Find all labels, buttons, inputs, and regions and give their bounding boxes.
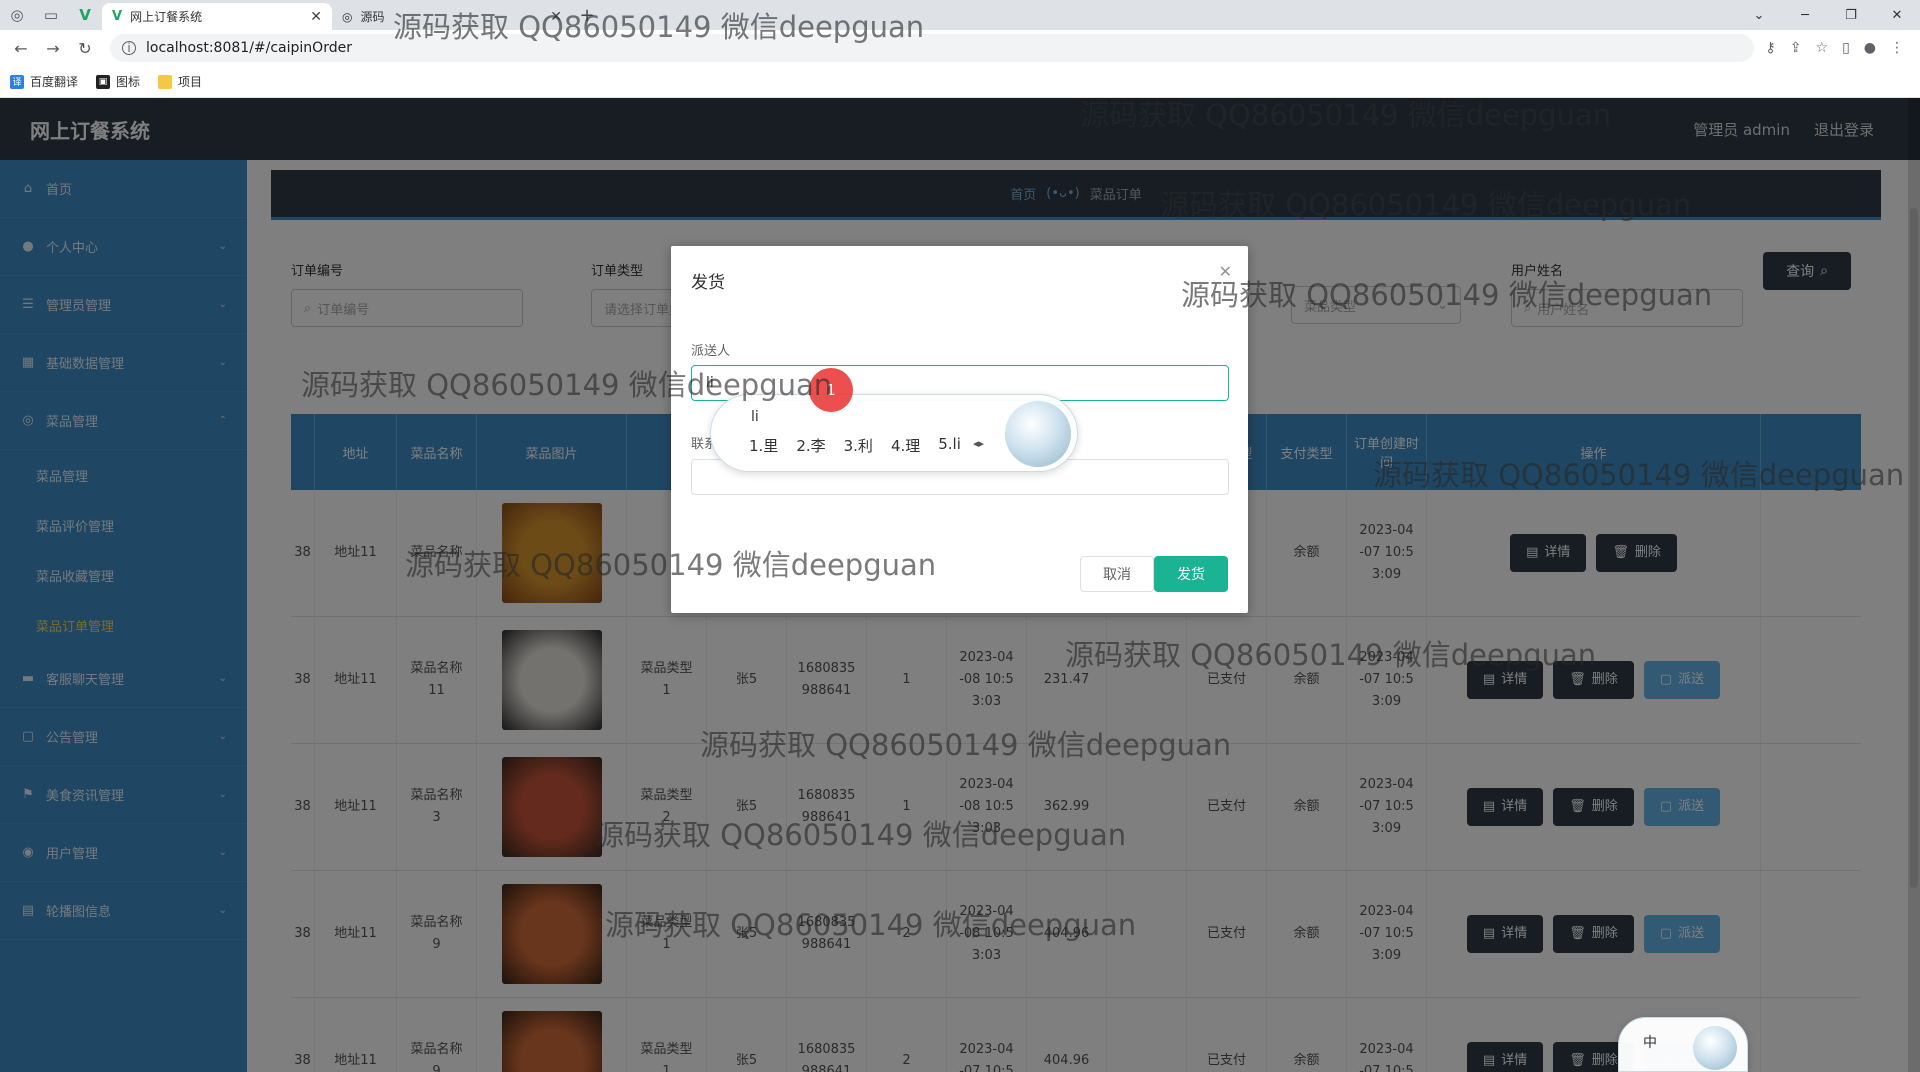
browser-tab-bar: ◎ ▭ V V 网上订餐系统 ✕ ◎ 源码 ✕ + ⌄ ─ ❐ ✕ bbox=[0, 0, 1920, 30]
ime-logo-icon bbox=[1693, 1026, 1737, 1070]
new-tab-button[interactable]: + bbox=[572, 0, 602, 30]
ime-candidate[interactable]: 4.理 bbox=[891, 435, 920, 456]
address-bar-row: ← → ↻ i localhost:8081/#/caipinOrder ⚷ ⇪… bbox=[0, 30, 1920, 66]
sender-input-value: li bbox=[706, 375, 714, 391]
restore-icon[interactable]: ❐ bbox=[1828, 0, 1874, 30]
forward-icon[interactable]: → bbox=[40, 35, 66, 61]
confirm-ship-button[interactable]: 发货 bbox=[1154, 556, 1228, 592]
tab-title: 网上订餐系统 bbox=[130, 10, 203, 24]
browser-menu-icon[interactable]: ◎ bbox=[0, 0, 34, 30]
browser-tab-active[interactable]: V 网上订餐系统 ✕ bbox=[102, 3, 332, 30]
url-field[interactable]: i localhost:8081/#/caipinOrder bbox=[110, 34, 1754, 62]
cancel-button[interactable]: 取消 bbox=[1080, 556, 1154, 592]
profile-icon[interactable]: ● bbox=[1864, 40, 1876, 56]
pinned-tab-v-icon[interactable]: V bbox=[68, 0, 102, 30]
click-indicator: 1 bbox=[809, 368, 853, 412]
site-info-icon[interactable]: i bbox=[122, 41, 136, 55]
back-icon[interactable]: ← bbox=[8, 35, 34, 61]
sender-label: 派送人 bbox=[691, 344, 731, 359]
tab-title: 源码 bbox=[360, 10, 385, 24]
pinned-tab-icon[interactable]: ▭ bbox=[34, 0, 68, 30]
star-icon[interactable]: ☆ bbox=[1816, 40, 1829, 56]
close-icon[interactable]: ✕ bbox=[1219, 262, 1232, 281]
tab-close-icon[interactable]: ✕ bbox=[550, 9, 562, 25]
key-icon[interactable]: ⚷ bbox=[1766, 40, 1776, 56]
address-actions: ⚷ ⇪ ☆ ▯ ● ⋮ bbox=[1766, 40, 1913, 56]
sidepanel-icon[interactable]: ▯ bbox=[1842, 40, 1850, 56]
share-icon[interactable]: ⇪ bbox=[1790, 40, 1802, 56]
ime-candidate[interactable]: 5.li bbox=[938, 435, 961, 456]
ime-candidate[interactable]: 2.李 bbox=[796, 435, 825, 456]
bookmark-item[interactable]: ▣ 图标 bbox=[96, 73, 140, 90]
ime-logo-icon bbox=[1005, 401, 1071, 467]
ime-candidates: 1.里 2.李 3.利 4.理 5.li bbox=[749, 435, 961, 456]
ime-candidate-window: li 1.里 2.李 3.利 4.理 5.li ◂▸ bbox=[710, 394, 1078, 472]
bookmark-label: 项目 bbox=[178, 75, 203, 89]
ime-mode-label: 中 bbox=[1643, 1035, 1657, 1051]
translate-icon: 译 bbox=[10, 74, 24, 89]
folder-icon bbox=[158, 74, 173, 89]
browser-tab-inactive[interactable]: ◎ 源码 ✕ bbox=[332, 3, 572, 30]
bookmark-item[interactable]: 译 百度翻译 bbox=[10, 73, 78, 90]
tab-close-icon[interactable]: ✕ bbox=[310, 9, 322, 25]
dialog-title: 发货 bbox=[691, 273, 725, 293]
ime-status-bar[interactable]: 中 bbox=[1618, 1017, 1748, 1072]
window-controls: ⌄ ─ ❐ ✕ bbox=[1736, 0, 1920, 30]
tab-search-icon[interactable]: ⌄ bbox=[1736, 0, 1782, 30]
bookmark-item[interactable]: 项目 bbox=[158, 73, 202, 90]
picture-icon: ▣ bbox=[96, 74, 111, 89]
minimize-icon[interactable]: ─ bbox=[1782, 0, 1828, 30]
close-window-icon[interactable]: ✕ bbox=[1874, 0, 1920, 30]
bookmark-label: 百度翻译 bbox=[30, 75, 79, 89]
ime-page-arrows-icon[interactable]: ◂▸ bbox=[973, 437, 984, 450]
more-icon[interactable]: ⋮ bbox=[1890, 40, 1904, 56]
ime-candidate[interactable]: 1.里 bbox=[749, 435, 778, 456]
vue-favicon-icon: V bbox=[112, 9, 123, 24]
url-text: localhost:8081/#/caipinOrder bbox=[146, 40, 352, 56]
bookmark-label: 图标 bbox=[116, 75, 141, 89]
reload-icon[interactable]: ↻ bbox=[72, 35, 98, 61]
bookmarks-bar: 译 百度翻译 ▣ 图标 项目 bbox=[0, 66, 1920, 98]
ime-candidate[interactable]: 3.利 bbox=[844, 435, 873, 456]
ime-pinyin: li bbox=[751, 409, 759, 425]
globe-favicon-icon: ◎ bbox=[342, 9, 353, 24]
